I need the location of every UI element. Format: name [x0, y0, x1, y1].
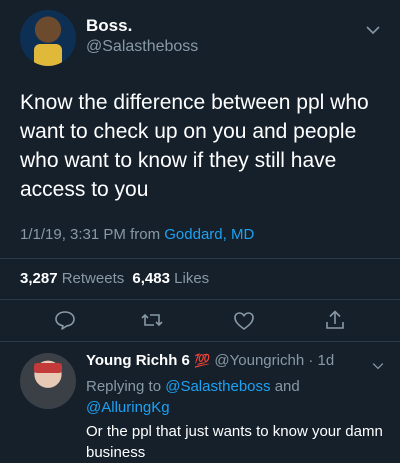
- reply-icon[interactable]: [54, 310, 76, 330]
- like-icon[interactable]: [233, 311, 255, 331]
- divider: [0, 341, 400, 342]
- likes-count[interactable]: 6,483: [132, 270, 170, 287]
- author-handle[interactable]: @Salastheboss: [86, 38, 198, 56]
- chevron-down-icon[interactable]: [366, 22, 380, 39]
- replying-to: Replying to @Salastheboss and @AlluringK…: [86, 376, 376, 418]
- reply-author-avatar[interactable]: [20, 353, 76, 409]
- reply-header: Young Richh 6 💯 @Youngrichh · 1d: [86, 352, 366, 369]
- location-link[interactable]: Goddard, MD: [164, 226, 254, 243]
- replying-to-link[interactable]: @Salastheboss: [165, 378, 270, 395]
- tweet-stats: 3,287 Retweets 6,483 Likes: [20, 270, 209, 287]
- tweet-text: Know the difference between ppl who want…: [20, 91, 369, 201]
- tweet-timestamp: 1/1/19, 3:31 PM from Goddard, MD: [20, 226, 254, 243]
- share-icon[interactable]: [324, 309, 346, 331]
- reply-author-handle[interactable]: @Youngrichh: [214, 352, 304, 369]
- author-name[interactable]: Boss.: [86, 16, 132, 36]
- divider: [0, 299, 400, 300]
- likes-label[interactable]: Likes: [174, 270, 209, 287]
- retweet-icon[interactable]: [140, 311, 164, 329]
- divider: [0, 258, 400, 259]
- author-avatar[interactable]: [20, 10, 76, 66]
- chevron-down-icon[interactable]: [372, 357, 384, 374]
- reply-text: Or the ppl that just wants to know your …: [86, 423, 383, 461]
- retweets-label[interactable]: Retweets: [62, 270, 125, 287]
- retweets-count[interactable]: 3,287: [20, 270, 58, 287]
- replying-prefix: Replying to: [86, 378, 162, 395]
- reply-time: · 1d: [308, 352, 335, 369]
- replying-and: and: [274, 378, 300, 395]
- replying-to-link[interactable]: @AlluringKg: [86, 399, 170, 416]
- timestamp-text: 1/1/19, 3:31 PM from: [20, 226, 161, 243]
- hundred-emoji: 💯: [194, 353, 211, 368]
- reply-author-name[interactable]: Young Richh 6: [86, 352, 190, 369]
